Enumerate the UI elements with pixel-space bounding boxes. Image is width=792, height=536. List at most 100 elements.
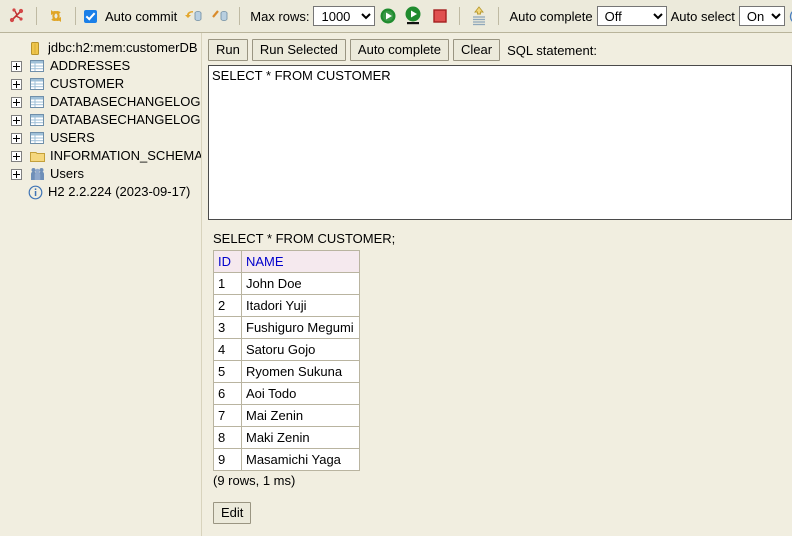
result-table: ID NAME 1 John Doe 2 Itadori Yuji 3 Fushiguro… bbox=[213, 250, 360, 471]
cell-name: Satoru Gojo bbox=[241, 338, 360, 361]
table-row: 2 Itadori Yuji bbox=[213, 294, 360, 317]
toolbar-divider bbox=[239, 7, 241, 25]
cell-id: 1 bbox=[213, 272, 242, 295]
table-icon bbox=[29, 94, 45, 110]
edit-button-wrap: Edit bbox=[213, 502, 792, 524]
users-icon bbox=[29, 166, 45, 182]
cell-id: 7 bbox=[213, 404, 242, 427]
table-icon bbox=[29, 58, 45, 74]
main-split: jdbc:h2:mem:customerDB ADDRESSES CUSTOME… bbox=[0, 33, 792, 536]
cell-id: 3 bbox=[213, 316, 242, 339]
database-tree-sidebar: jdbc:h2:mem:customerDB ADDRESSES CUSTOME… bbox=[0, 33, 202, 536]
cell-id: 5 bbox=[213, 360, 242, 383]
table-row: 6 Aoi Todo bbox=[213, 382, 360, 405]
table-icon bbox=[29, 112, 45, 128]
max-rows-label: Max rows: bbox=[250, 8, 310, 24]
commit-icon[interactable] bbox=[207, 4, 233, 28]
tree-item-label: INFORMATION_SCHEMA bbox=[50, 148, 201, 163]
run-selected-icon[interactable] bbox=[401, 4, 427, 28]
sidebar-item-version-info: H2 2.2.224 (2023-09-17) bbox=[6, 183, 201, 201]
run-selected-button[interactable]: Run Selected bbox=[251, 39, 346, 61]
result-panel: SELECT * FROM CUSTOMER; ID NAME 1 John Do… bbox=[208, 231, 792, 524]
sidebar-item-users-table[interactable]: USERS bbox=[6, 129, 201, 147]
table-header-row: ID NAME bbox=[213, 250, 360, 273]
column-header-name[interactable]: NAME bbox=[241, 250, 360, 273]
sidebar-item-information-schema[interactable]: INFORMATION_SCHEMA bbox=[6, 147, 201, 165]
cell-name: John Doe bbox=[241, 272, 360, 295]
table-row: 3 Fushiguro Megumi bbox=[213, 316, 360, 339]
sidebar-item-customer[interactable]: CUSTOMER bbox=[6, 75, 201, 93]
auto-complete-select[interactable]: Off bbox=[596, 6, 667, 26]
toolbar-divider bbox=[459, 7, 461, 25]
sql-input[interactable] bbox=[208, 65, 792, 220]
sidebar-item-users-group[interactable]: Users bbox=[6, 165, 201, 183]
expand-icon[interactable] bbox=[11, 78, 22, 90]
expand-icon[interactable] bbox=[11, 114, 22, 126]
cell-name: Mai Zenin bbox=[241, 404, 360, 427]
cell-name: Itadori Yuji bbox=[241, 294, 360, 317]
sidebar-item-addresses[interactable]: ADDRESSES bbox=[6, 57, 201, 75]
history-icon[interactable] bbox=[466, 4, 492, 28]
table-icon bbox=[29, 130, 45, 146]
tree-item-label: DATABASECHANGELOGLO( bbox=[50, 112, 201, 127]
expand-icon[interactable] bbox=[11, 150, 22, 162]
table-row: 7 Mai Zenin bbox=[213, 404, 360, 427]
row-count-status: (9 rows, 1 ms) bbox=[213, 473, 296, 488]
result-table-body: 1 John Doe 2 Itadori Yuji 3 Fushiguro Megumi 4… bbox=[213, 272, 360, 471]
sql-statement-label: SQL statement: bbox=[507, 42, 597, 58]
edit-button[interactable]: Edit bbox=[213, 502, 252, 524]
disconnect-icon[interactable] bbox=[4, 4, 30, 28]
help-icon[interactable]: ? bbox=[785, 4, 792, 28]
sql-content-panel: Run Run Selected Auto complete Clear SQL… bbox=[202, 33, 792, 536]
table-row: 4 Satoru Gojo bbox=[213, 338, 360, 361]
info-icon bbox=[27, 184, 43, 200]
auto-commit-checkbox[interactable]: Auto commit bbox=[82, 9, 181, 24]
table-row: 1 John Doe bbox=[213, 272, 360, 295]
expand-icon[interactable] bbox=[11, 168, 22, 180]
auto-select-label: Auto select bbox=[670, 8, 735, 24]
expand-icon[interactable] bbox=[11, 132, 22, 144]
max-rows-select[interactable]: 1000 bbox=[313, 6, 376, 26]
tree-item-label: H2 2.2.224 (2023-09-17) bbox=[48, 184, 191, 199]
cell-name: Fushiguro Megumi bbox=[241, 316, 360, 339]
clear-button[interactable]: Clear bbox=[453, 39, 501, 61]
toolbar-divider bbox=[75, 7, 76, 25]
cell-name: Maki Zenin bbox=[241, 426, 360, 449]
toolbar-divider bbox=[498, 7, 500, 25]
auto-select-select[interactable]: On bbox=[738, 6, 785, 26]
toolbar-divider bbox=[36, 7, 37, 25]
executed-query-text: SELECT * FROM CUSTOMER; bbox=[213, 231, 396, 246]
table-row: 8 Maki Zenin bbox=[213, 426, 360, 449]
tree-item-label: jdbc:h2:mem:customerDB bbox=[48, 40, 198, 55]
tree-item-label: USERS bbox=[50, 130, 95, 145]
table-row: 9 Masamichi Yaga bbox=[213, 448, 360, 471]
tree-item-label: DATABASECHANGELOG bbox=[50, 94, 201, 109]
tree-item-label: ADDRESSES bbox=[50, 58, 131, 73]
rollback-icon[interactable] bbox=[181, 4, 207, 28]
table-icon bbox=[29, 76, 45, 92]
auto-complete-label: Auto complete bbox=[509, 8, 593, 24]
cell-id: 8 bbox=[213, 426, 242, 449]
tree-item-connection[interactable]: jdbc:h2:mem:customerDB bbox=[6, 39, 201, 57]
database-icon bbox=[27, 40, 43, 56]
cell-name: Masamichi Yaga bbox=[241, 448, 360, 471]
run-button[interactable]: Run bbox=[208, 39, 248, 61]
sidebar-item-databasechangeloglock[interactable]: DATABASECHANGELOGLO( bbox=[6, 111, 201, 129]
sidebar-item-databasechangelog[interactable]: DATABASECHANGELOG bbox=[6, 93, 201, 111]
main-toolbar: Auto commit Max rows: 1000 Auto complete… bbox=[0, 0, 792, 33]
cell-id: 6 bbox=[213, 382, 242, 405]
auto-complete-button[interactable]: Auto complete bbox=[349, 39, 450, 61]
cell-id: 9 bbox=[213, 448, 242, 471]
cell-id: 4 bbox=[213, 338, 242, 361]
run-icon[interactable] bbox=[375, 4, 401, 28]
tree-item-label: Users bbox=[50, 166, 84, 181]
stop-icon[interactable] bbox=[427, 4, 453, 28]
expand-icon[interactable] bbox=[11, 96, 22, 108]
refresh-icon[interactable] bbox=[43, 4, 69, 28]
tree-item-label: CUSTOMER bbox=[50, 76, 125, 91]
expand-icon[interactable] bbox=[11, 60, 22, 72]
cell-name: Aoi Todo bbox=[241, 382, 360, 405]
column-header-id[interactable]: ID bbox=[213, 250, 242, 273]
checkbox-checked-icon[interactable] bbox=[84, 9, 97, 23]
folder-icon bbox=[29, 148, 45, 164]
